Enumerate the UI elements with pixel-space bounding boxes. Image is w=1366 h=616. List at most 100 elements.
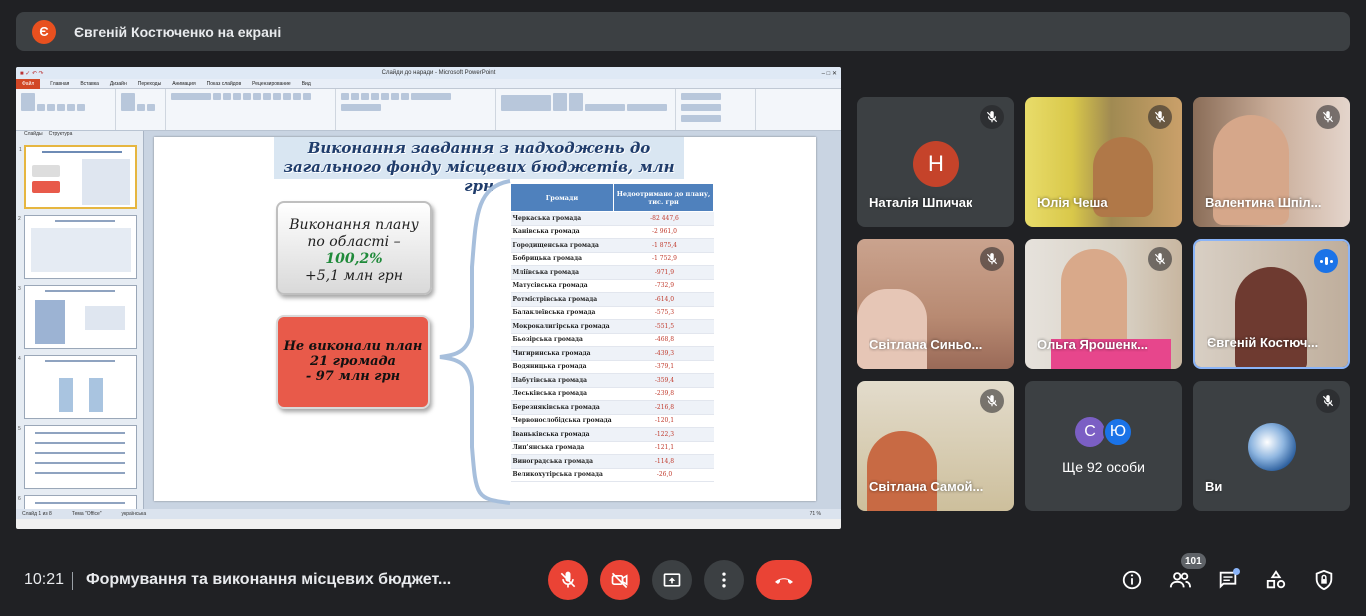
participant-name: Світлана Синьо... [869,337,983,352]
participant-tile-active[interactable]: Євгеній Костюч... [1193,239,1350,369]
ribbon-group-paragraph [336,89,496,130]
ppt-menubar: Файл Главная Вставка Дизайн Переходы Ани… [16,78,841,89]
participant-name: Юлія Чеша [1037,195,1108,210]
table-header: Громади [510,183,614,212]
mic-off-icon [980,105,1004,129]
clock: 10:21 [24,571,65,588]
table-row: Великохутірська громада -26,0 [510,468,714,482]
table-row: Мліївська громада -971,9 [510,265,714,280]
slide-thumbnail: 3 [18,285,137,349]
presenter-banner: Є Євгеній Костюченко на екрані [16,12,1350,51]
participant-figure [857,289,927,369]
table-row: Набутівська громада -359,4 [510,373,714,388]
more-participants-tile[interactable]: С Ю Ще 92 особи [1025,381,1182,511]
fail-text: Не виконали план [283,339,423,354]
more-participants-label: Ще 92 особи [1062,459,1145,475]
slides-panel-tabs: Слайды Структура [16,131,143,139]
activities-icon [1266,570,1286,589]
slide-thumbnail: 4 [18,355,137,419]
more-vert-icon [722,572,726,588]
ppt-window-title: Слайди до наради - Microsoft PowerPoint [381,70,496,76]
community-name: Червонослобідська громада [510,414,614,428]
table-row: Виноградська громада -114,8 [510,454,714,469]
community-name: Березняківська громада [510,400,614,415]
slide-thumbnail: 2 [18,215,137,279]
mic-off-icon [980,389,1004,413]
status-item: Тема "Office" [71,511,102,517]
chat-button[interactable] [1215,567,1241,593]
camera-toggle-button[interactable] [600,560,640,600]
participant-tile[interactable]: Світлана Самой... [857,381,1014,511]
meeting-title: Формування та виконання місцевих бюджет.… [86,571,452,588]
shortfall-value: -1 875,4 [613,238,714,253]
shortfall-value: -2 961,0 [613,225,714,239]
community-name: Матусівська громада [510,279,614,293]
divider [72,572,73,590]
shortfall-value: -121,1 [613,441,714,455]
panel-tab: Слайды [24,131,43,137]
people-icon [1169,572,1191,588]
community-name: Мокрокалигірська громада [510,319,614,334]
community-name: Канівська громада [510,225,614,239]
community-name: Бобрицька громада [510,252,614,266]
host-controls-button[interactable] [1311,567,1337,593]
table-row: Мокрокалигірська громада -551,5 [510,319,714,334]
participant-name: Валентина Шпіл... [1205,195,1322,210]
meeting-details-button[interactable] [1119,567,1145,593]
community-name: Великохутірська громада [510,468,614,482]
info-icon [1122,570,1142,590]
ppt-tab: Рецензирование [252,80,291,87]
community-name: Набутівська громада [510,373,614,388]
community-name: Ротмістрівська громада [510,292,614,307]
participant-avatar: Ю [1103,417,1133,447]
table-row: Матусівська громада -732,9 [510,279,714,293]
camera-off-icon [611,572,628,589]
presenter-label: Євгеній Костюченко на екрані [74,23,282,40]
shortfall-value: -439,3 [613,346,714,361]
community-name: Виноградська громада [510,454,614,469]
ribbon-group-editing [676,89,756,130]
self-tile[interactable]: Ви [1193,381,1350,511]
speaking-indicator-icon [1314,249,1338,273]
ppt-file-tab: Файл [16,78,41,89]
shortfall-value: -575,3 [613,306,714,320]
table-row: Бобрицька громада -1 752,9 [510,252,714,266]
table-row: Чигиринська громада -439,3 [510,346,714,361]
mic-toggle-button[interactable] [548,560,588,600]
mic-off-icon [560,571,576,588]
participant-name: Наталія Шпичак [869,195,973,210]
end-call-button[interactable] [756,560,812,600]
present-screen-button[interactable] [652,560,692,600]
plan-text: Виконання плану [289,217,419,233]
participant-tile[interactable]: Валентина Шпіл... [1193,97,1350,227]
people-button[interactable] [1167,567,1193,593]
ppt-tab: Дизайн [109,80,127,87]
shortfall-value: -82 447,6 [613,211,714,226]
table-row: Іваньківська громада -122,3 [510,427,714,442]
mic-off-icon [1316,389,1340,413]
slides-panel: Слайды Структура 1 2 3 4 5 6 [16,131,144,519]
shortfall-value: -468,8 [613,333,714,347]
table-row: Бьозірська громада -468,8 [510,333,714,347]
shortfall-value: -551,5 [613,319,714,334]
participant-tile[interactable]: Н Наталія Шпичак [857,97,1014,227]
participant-tile[interactable]: Світлана Синьо... [857,239,1014,369]
zoom-level: 71 % [809,511,821,517]
table-row: Леськівська громада -239,8 [510,387,714,401]
ppt-workspace: Слайды Структура 1 2 3 4 5 6 Виконання з… [16,131,841,519]
ppt-ribbon [16,89,841,131]
community-name: Бьозірська громада [510,333,614,347]
participant-name: Євгеній Костюч... [1207,335,1319,350]
table-header: Недоотримано до плану, тис. грн [613,183,714,212]
table-row: Лип'янська громада -121,1 [510,441,714,455]
shortfall-value: -1 752,9 [613,252,714,266]
participant-tile[interactable]: Юлія Чеша [1025,97,1182,227]
ppt-quick-access-icon: ■ ✓ ↶ ↷ [20,70,44,77]
activities-button[interactable] [1263,567,1289,593]
ribbon-group-drawing [496,89,676,130]
table-row: Ротмістрівська громада -614,0 [510,292,714,307]
ppt-tab: Вид [301,80,311,87]
participant-tile[interactable]: Ольга Ярошенк... [1025,239,1182,369]
presenter-avatar: Є [32,19,56,44]
more-options-button[interactable] [704,560,744,600]
